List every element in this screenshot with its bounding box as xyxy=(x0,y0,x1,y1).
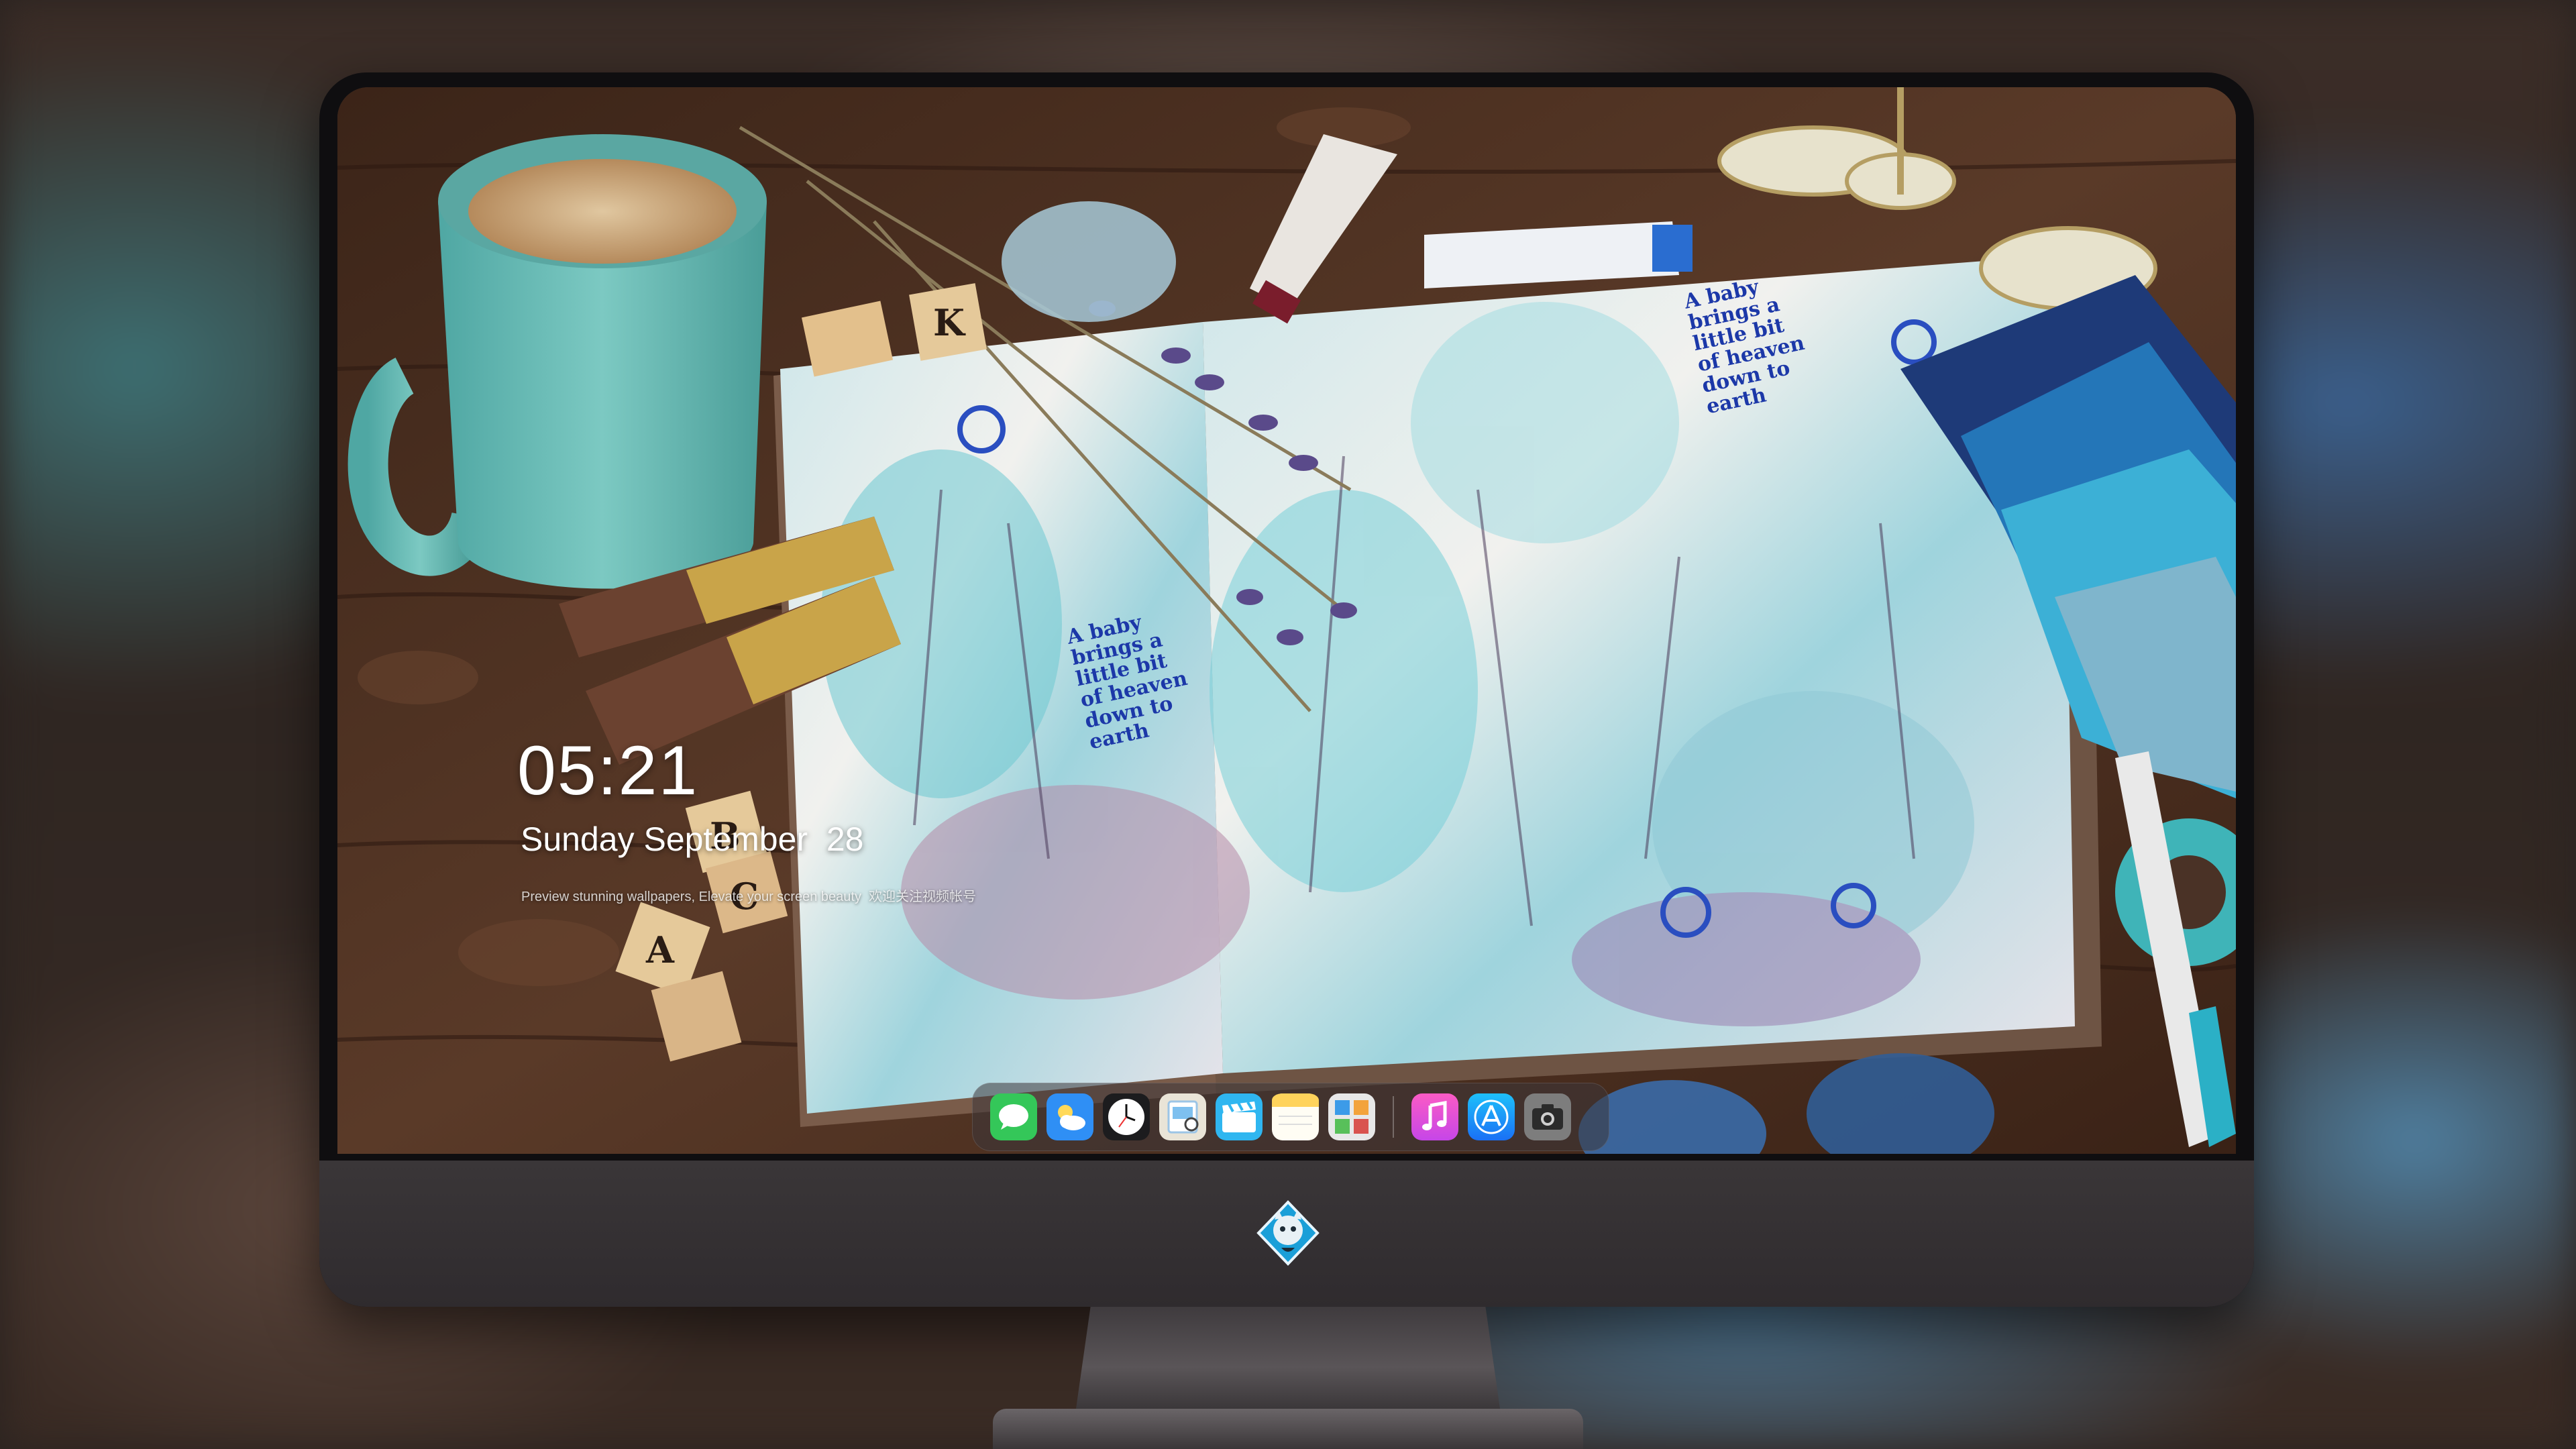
music-icon[interactable] xyxy=(1411,1093,1458,1140)
photo-booth-icon[interactable] xyxy=(1328,1093,1375,1140)
lockscreen-tagline: Preview stunning wallpapers, Elevate you… xyxy=(521,890,977,904)
monitor-stand-base xyxy=(993,1409,1583,1449)
svg-text:A: A xyxy=(645,928,675,971)
svg-text:K: K xyxy=(933,301,966,344)
notes-icon[interactable] xyxy=(1272,1093,1319,1140)
mascot-logo-icon xyxy=(1256,1200,1320,1266)
wallpaper-image: A baby brings a little bit of heaven dow… xyxy=(337,87,2236,1154)
dock xyxy=(972,1083,1609,1151)
camera-icon[interactable] xyxy=(1524,1093,1571,1140)
lockscreen-time: 05:21 xyxy=(517,732,699,810)
messages-icon[interactable] xyxy=(990,1093,1037,1140)
preview-icon[interactable] xyxy=(1159,1093,1206,1140)
desktop-screen: A baby brings a little bit of heaven dow… xyxy=(337,87,2236,1154)
clock-icon[interactable] xyxy=(1103,1093,1150,1140)
app-store-icon[interactable] xyxy=(1468,1093,1515,1140)
dock-separator xyxy=(1393,1096,1394,1138)
journal: A baby brings a little bit of heaven dow… xyxy=(773,255,2102,1127)
clips-icon[interactable] xyxy=(1216,1093,1263,1140)
lockscreen-date: Sunday September 28 xyxy=(521,820,864,858)
weather-icon[interactable] xyxy=(1046,1093,1093,1140)
